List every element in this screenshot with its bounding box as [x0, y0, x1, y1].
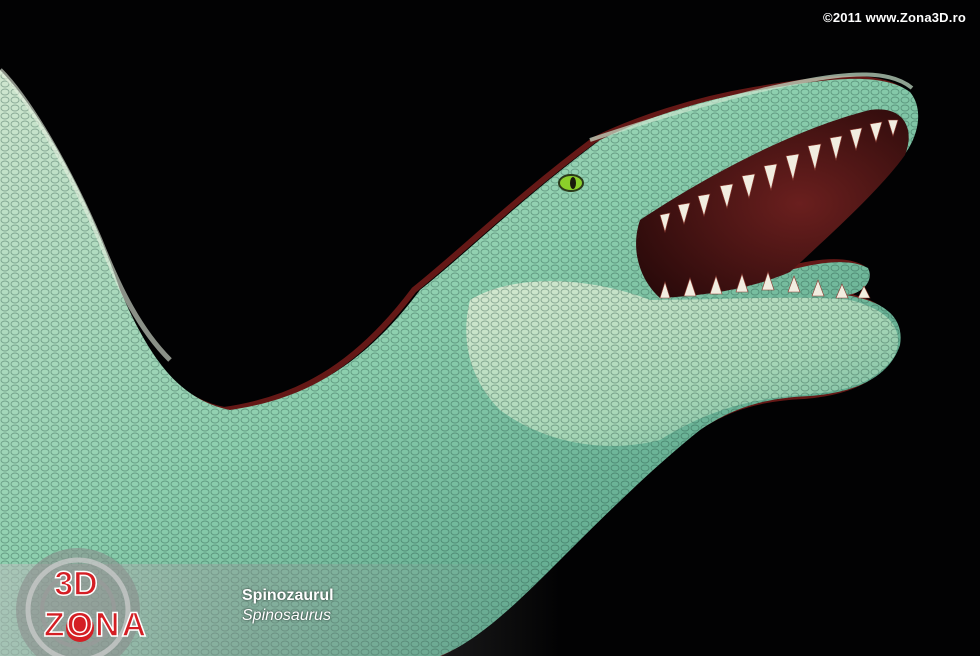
- copyright-watermark: ©2011 www.Zona3D.ro: [823, 10, 966, 25]
- jaw-texture: [466, 281, 898, 446]
- zona3d-logo-icon: 3D ZONA: [16, 548, 148, 656]
- species-caption: Spinozaurul Spinosaurus: [242, 586, 334, 626]
- photo-stage: ©2011 www.Zona3D.ro 3D ZONA Spinozaurul …: [0, 0, 980, 656]
- logo-zona-text: ZONA: [44, 606, 148, 644]
- caption-subtitle: Spinosaurus: [242, 607, 331, 624]
- caption-title: Spinozaurul: [242, 587, 334, 604]
- logo-3d-text: 3D: [54, 565, 97, 603]
